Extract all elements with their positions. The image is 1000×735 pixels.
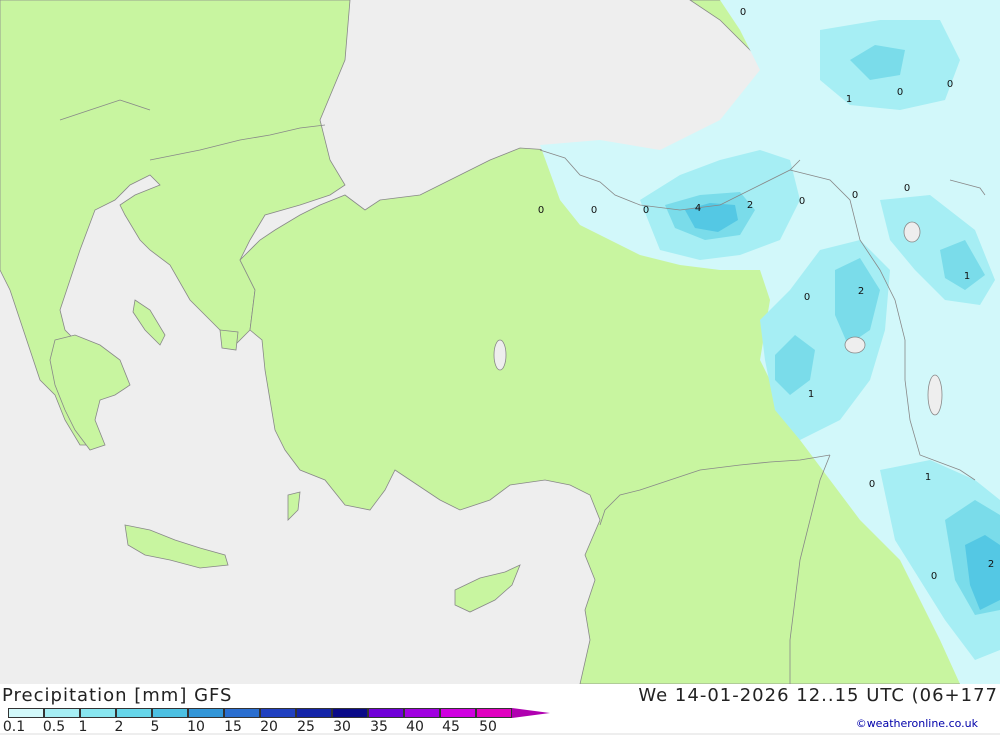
lake-urmia	[927, 374, 943, 416]
legend-swatch	[368, 708, 404, 718]
precip-value-label: 0	[852, 190, 858, 201]
valid-time: We 14-01-2026 12..15 UTC (06+177	[638, 685, 998, 706]
legend-swatch	[188, 708, 224, 718]
precip-value-label: 1	[925, 472, 931, 483]
precip-value-label: 4	[695, 203, 701, 214]
precip-value-label: 0	[931, 571, 937, 582]
legend-swatch	[332, 708, 368, 718]
legend-swatch	[260, 708, 296, 718]
precip-value-label: 2	[858, 286, 864, 297]
legend-swatch	[440, 708, 476, 718]
precipitation-map: 0 0 0 4 2 0 0 0 1 0 0 0 2 1 1 0 1 0 2 0	[0, 0, 1000, 684]
legend-swatch	[44, 708, 80, 718]
legend-swatch	[476, 708, 512, 718]
legend-swatch	[152, 708, 188, 718]
legend-swatch	[224, 708, 260, 718]
legend-swatch	[296, 708, 332, 718]
lake-tuz	[493, 339, 507, 371]
legend-color-bar	[8, 708, 550, 718]
legend-title: Precipitation [mm] GFS	[2, 685, 233, 706]
precip-value-label: 1	[808, 389, 814, 400]
precip-value-label: 2	[988, 559, 994, 570]
land-lesbos	[219, 329, 239, 351]
precip-value-label: 0	[643, 205, 649, 216]
footer: Precipitation [mm] GFS We 14-01-2026 12.…	[0, 684, 1000, 735]
precip-value-label: 0	[804, 292, 810, 303]
legend-swatch	[8, 708, 44, 718]
precip-value-label: 0	[904, 183, 910, 194]
legend-labels: 0.1 0.5 1 2 5 10 15 20 25 30 35 40 45 50	[0, 719, 530, 735]
credit[interactable]: ©weatheronline.co.uk	[856, 717, 978, 730]
precip-value-label: 2	[747, 200, 753, 211]
precip-value-label: 0	[869, 479, 875, 490]
precip-value-label: 0	[740, 7, 746, 18]
precip-value-label: 1	[846, 94, 852, 105]
lake-van	[844, 336, 866, 354]
precip-value-label: 1	[964, 271, 970, 282]
legend-swatch	[116, 708, 152, 718]
legend-arrow	[512, 708, 550, 718]
legend-swatch	[404, 708, 440, 718]
precip-value-label: 0	[799, 196, 805, 207]
precip-value-label: 0	[947, 79, 953, 90]
lake-sevan	[903, 221, 921, 243]
legend-swatch	[80, 708, 116, 718]
precip-value-label: 0	[538, 205, 544, 216]
precip-value-label: 0	[897, 87, 903, 98]
precip-value-label: 0	[591, 205, 597, 216]
